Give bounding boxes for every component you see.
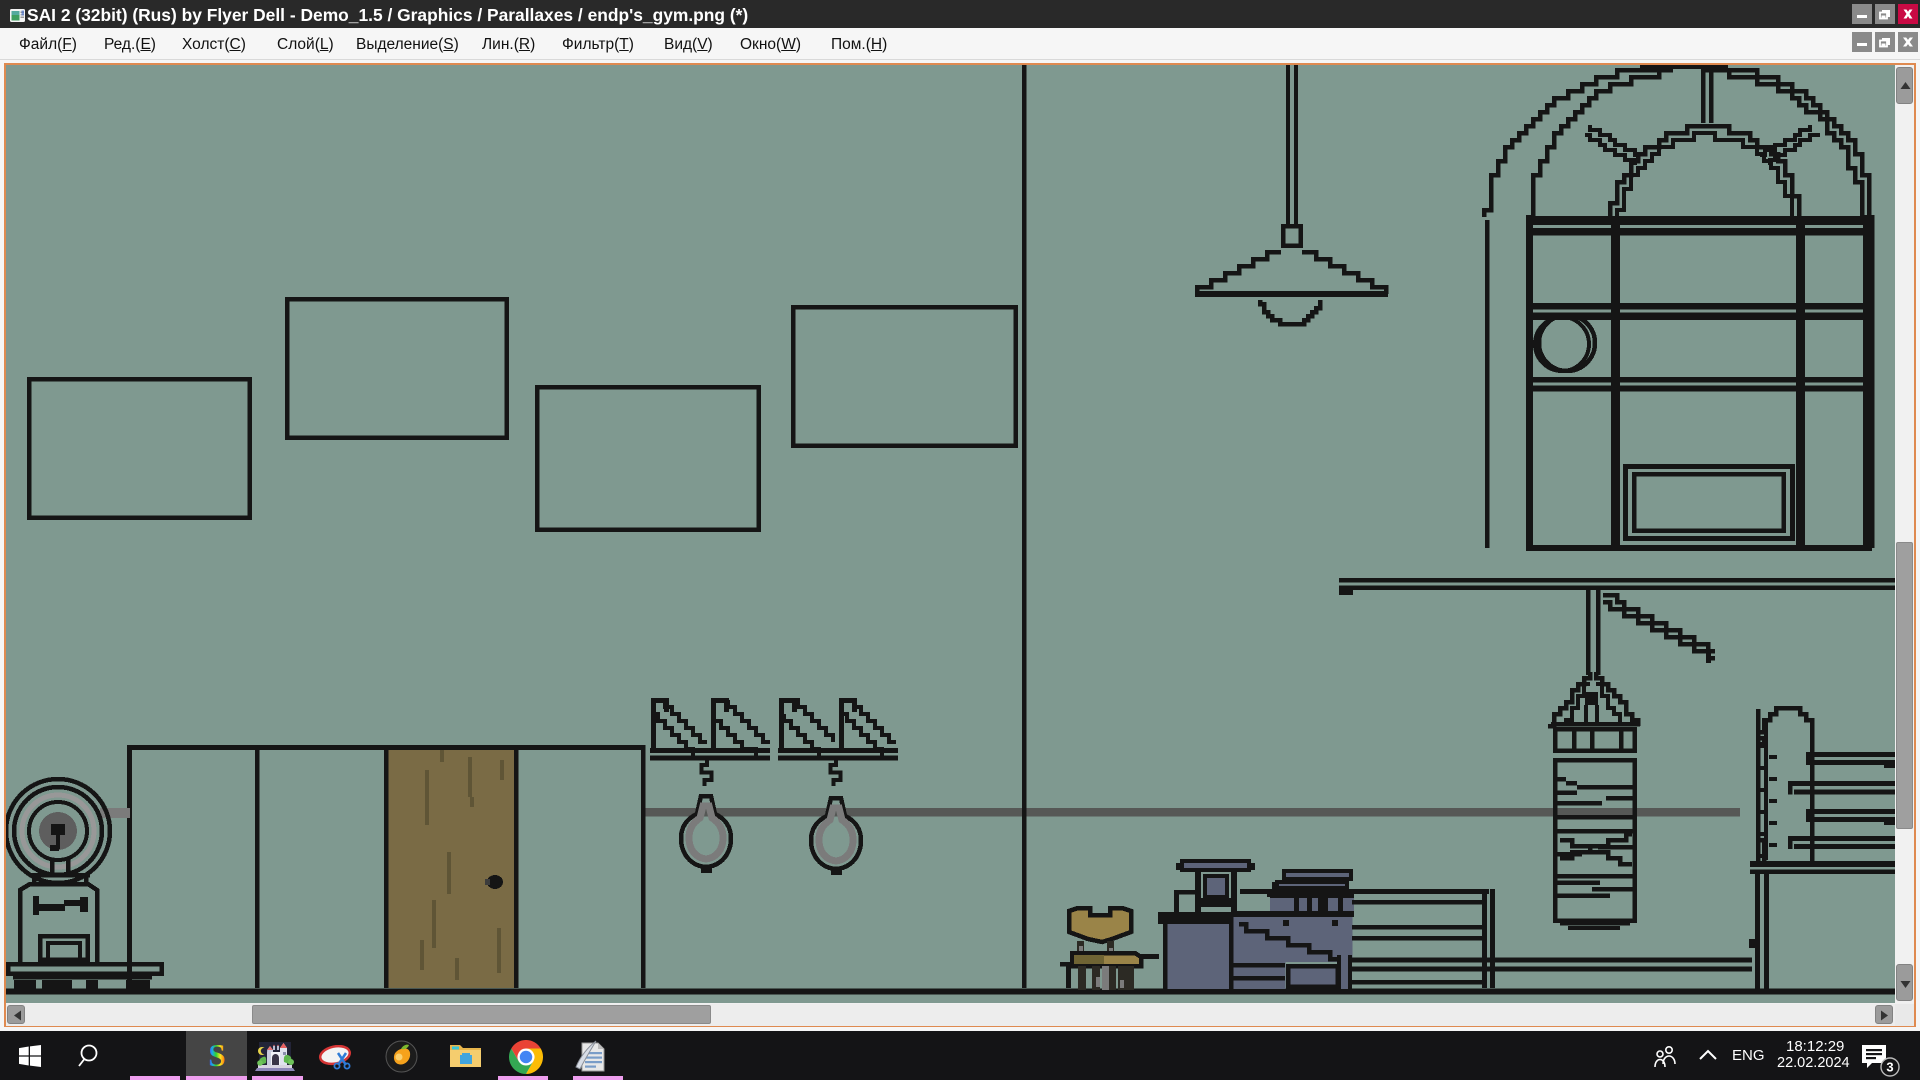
svg-text:3: 3 xyxy=(1886,1060,1893,1075)
svg-text:S: S xyxy=(208,1039,226,1073)
